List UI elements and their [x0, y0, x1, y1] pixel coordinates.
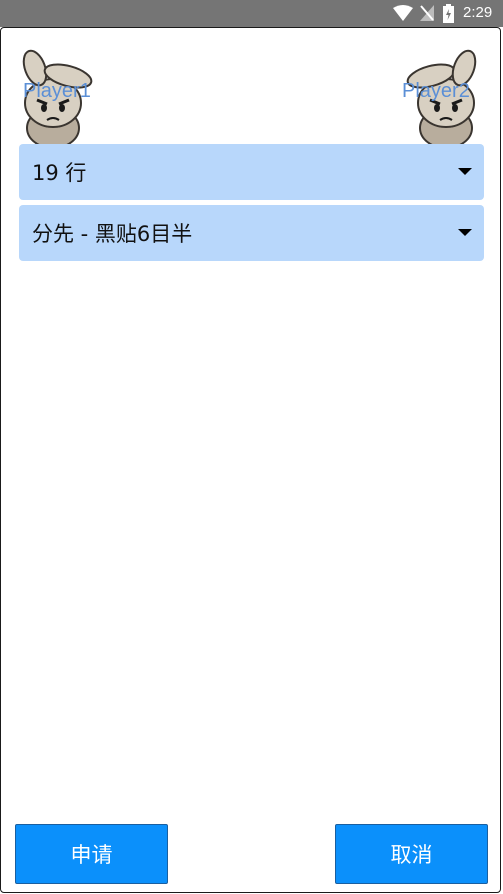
board-size-value: 19 行: [32, 161, 87, 185]
chevron-down-icon: [458, 168, 472, 175]
player2-label: Player2: [402, 80, 470, 102]
apply-button[interactable]: 申请: [15, 824, 168, 884]
handicap-select[interactable]: 分先 - 黑贴6目半: [19, 205, 484, 261]
status-time: 2:29: [463, 4, 493, 21]
wifi-icon: [393, 5, 413, 21]
status-bar: 2:29: [0, 0, 503, 27]
chevron-down-icon: [458, 229, 472, 236]
battery-charging-icon: [443, 4, 454, 23]
handicap-value: 分先 - 黑贴6目半: [32, 222, 193, 246]
game-request-dialog: Player1 Player2 19 行 分先 - 黑贴6目半 申请 取消: [0, 27, 501, 893]
player1-label: Player1: [23, 80, 91, 102]
cancel-button[interactable]: 取消: [335, 824, 488, 884]
board-size-select[interactable]: 19 行: [19, 144, 484, 200]
no-signal-icon: [420, 5, 434, 21]
